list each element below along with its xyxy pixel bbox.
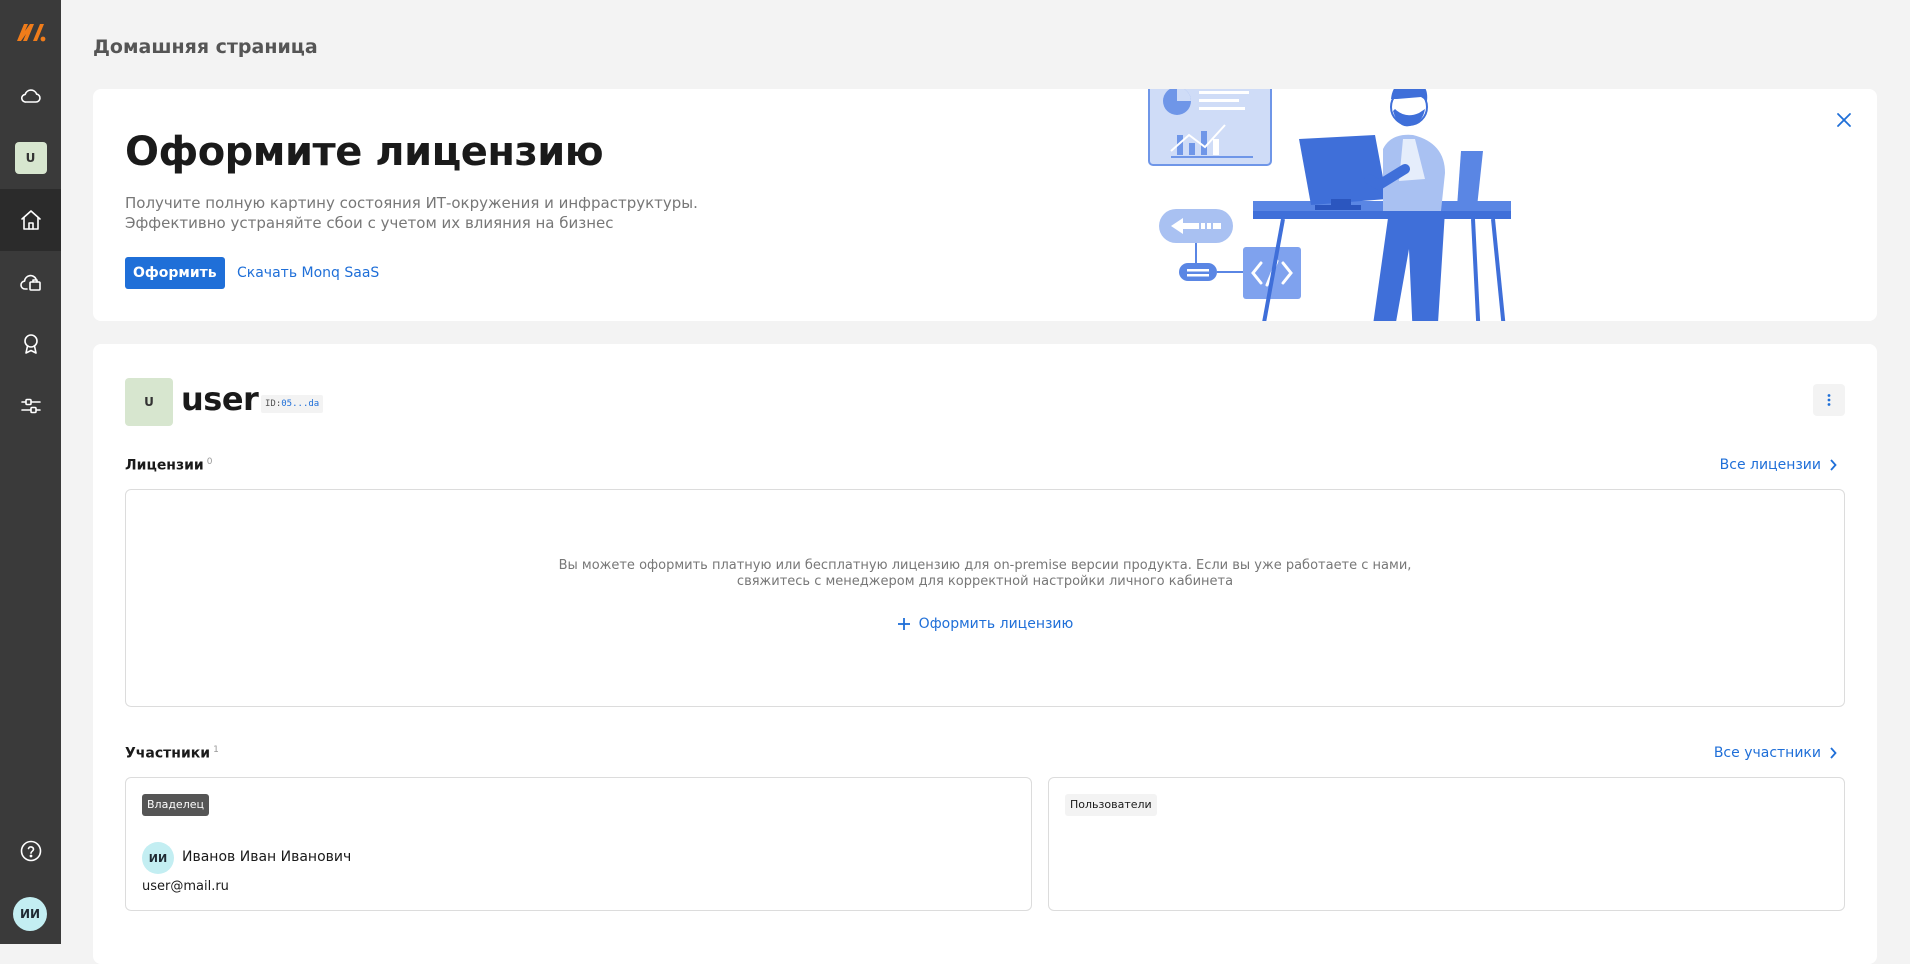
all-licenses-label: Все лицензии <box>1719 457 1821 473</box>
licenses-count: 0 <box>206 457 213 467</box>
org-name: user <box>181 380 259 418</box>
license-promo-banner: Оформите лицензию Получите полную картин… <box>93 89 1877 321</box>
cloud-briefcase-icon <box>19 274 41 291</box>
all-licenses-link[interactable]: Все лицензии <box>1720 457 1837 473</box>
org-id-badge[interactable]: ID:05...da <box>261 395 324 413</box>
add-license-label: Оформить лицензию <box>918 616 1074 632</box>
download-saas-link[interactable]: Скачать Monq SaaS <box>237 265 379 281</box>
org-more-button[interactable] <box>1813 384 1845 416</box>
all-members-link[interactable]: Все участники <box>1714 745 1837 761</box>
developer-illustration <box>1148 89 1511 321</box>
chevron-right-icon <box>1830 459 1837 471</box>
sidebar-item-cloud-services[interactable] <box>0 251 61 313</box>
sidebar-item-cloud[interactable] <box>0 65 61 127</box>
licenses-empty-text: Вы можете оформить платную или бесплатну… <box>126 558 1844 590</box>
all-members-label: Все участники <box>1713 745 1821 761</box>
cloud-icon <box>20 89 41 103</box>
org-id-label: ID: <box>265 399 282 409</box>
plus-icon <box>897 618 910 630</box>
owner-name: Иванов Иван Иванович <box>182 849 352 865</box>
sidebar-item-settings[interactable] <box>0 375 61 437</box>
sidebar-item-workspace[interactable]: U <box>0 127 61 189</box>
licenses-title: Лицензии <box>125 457 204 474</box>
banner-description: Получите полную картину состояния ИТ-окр… <box>125 193 725 233</box>
add-license-link[interactable]: Оформить лицензию <box>126 616 1844 632</box>
licenses-empty-line: Вы можете оформить платную или бесплатну… <box>558 558 1412 573</box>
sidebar-item-home[interactable] <box>0 189 61 251</box>
more-vertical-icon <box>1827 394 1831 406</box>
close-icon[interactable] <box>1833 109 1855 131</box>
award-icon <box>23 334 38 354</box>
sliders-icon <box>20 398 41 414</box>
licenses-section-title: Лицензии 0 <box>125 457 212 474</box>
owner-badge: Владелец <box>142 794 209 816</box>
page-title: Домашняя страница <box>93 36 318 58</box>
monq-logo[interactable] <box>0 14 61 50</box>
owner-email: user@mail.ru <box>142 879 229 894</box>
members-title: Участники <box>125 745 211 762</box>
banner-description-line: Эффективно устраняйте сбои с учетом их в… <box>125 214 614 232</box>
organization-card: U user ID:05...da Лицензии 0 Все лицензии… <box>93 344 1877 964</box>
owner-panel: Владелец ИИ Иванов Иван Иванович user@ma… <box>125 777 1032 911</box>
org-avatar: U <box>125 378 173 426</box>
licenses-panel: Вы можете оформить платную или бесплатну… <box>125 489 1845 707</box>
help-icon <box>20 840 41 862</box>
banner-title: Оформите лицензию <box>125 129 604 175</box>
sidebar-item-licenses[interactable] <box>0 313 61 375</box>
get-license-button[interactable]: Оформить <box>125 257 225 289</box>
banner-description-line: Получите полную картину состояния ИТ-окр… <box>125 194 698 212</box>
members-section-title: Участники 1 <box>125 745 219 762</box>
home-icon <box>20 210 41 230</box>
licenses-empty-line: свяжитесь с менеджером для корректной на… <box>736 574 1234 589</box>
user-avatar[interactable]: ИИ <box>13 897 47 931</box>
chevron-right-icon <box>1830 747 1837 759</box>
users-panel: Пользователи <box>1048 777 1845 911</box>
owner-avatar: ИИ <box>142 842 174 874</box>
sidebar-item-help[interactable] <box>0 820 61 882</box>
monq-logo-icon <box>16 24 45 42</box>
users-badge: Пользователи <box>1065 794 1157 816</box>
sidebar: U ИИ <box>0 0 61 944</box>
members-count: 1 <box>213 745 219 755</box>
org-id-value: 05...da <box>281 399 320 409</box>
workspace-avatar: U <box>14 142 47 174</box>
